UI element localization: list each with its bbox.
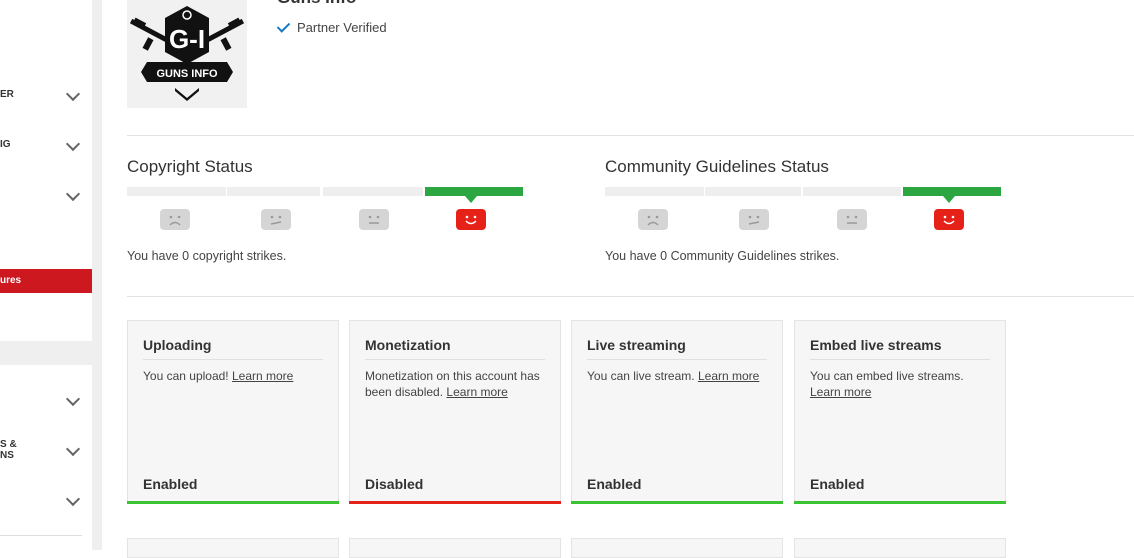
sidebar-item-1[interactable]: ER bbox=[0, 86, 92, 113]
happy-face-icon bbox=[456, 209, 486, 230]
happy-face-icon bbox=[934, 209, 964, 230]
chevron-down-icon[interactable] bbox=[65, 136, 81, 152]
sidebar-item-highlight[interactable] bbox=[0, 341, 92, 365]
meter-segment bbox=[227, 187, 320, 196]
divider bbox=[127, 135, 1134, 136]
meter-pointer-icon bbox=[465, 196, 477, 203]
chevron-down-icon[interactable] bbox=[65, 391, 81, 407]
card-status: Enabled bbox=[143, 476, 198, 492]
meter-segment bbox=[323, 187, 423, 196]
sidebar-item-6[interactable] bbox=[0, 491, 92, 518]
verified-label: Partner Verified bbox=[297, 20, 387, 35]
meter-segment-active bbox=[425, 187, 523, 196]
checkmark-icon bbox=[276, 19, 291, 33]
logo-subtext: GUNS INFO bbox=[156, 68, 218, 80]
status-bar bbox=[794, 501, 1006, 504]
learn-more-link[interactable]: Learn more bbox=[232, 369, 293, 383]
feature-card bbox=[349, 538, 561, 558]
feature-card-monetization: Monetization Monetization on this accoun… bbox=[349, 320, 561, 504]
neutral-face-icon bbox=[359, 209, 389, 230]
card-divider bbox=[365, 359, 545, 360]
card-divider bbox=[143, 359, 323, 360]
feature-card bbox=[127, 538, 339, 558]
copyright-strike-meter bbox=[127, 187, 523, 196]
card-text: You can live stream. bbox=[587, 369, 695, 383]
chevron-down-icon[interactable] bbox=[65, 491, 81, 507]
card-title: Uploading bbox=[143, 337, 212, 353]
learn-more-link[interactable]: Learn more bbox=[446, 385, 507, 399]
card-body: Monetization on this account has been di… bbox=[365, 368, 548, 400]
sidebar-divider bbox=[0, 535, 82, 536]
sidebar-item-label: ures bbox=[0, 275, 22, 286]
meter-segment bbox=[127, 187, 226, 196]
card-title: Monetization bbox=[365, 337, 451, 353]
sidebar-item-active[interactable]: ures bbox=[0, 269, 92, 293]
card-status: Enabled bbox=[587, 476, 642, 492]
feature-card bbox=[794, 538, 1006, 558]
sidebar-item-3[interactable] bbox=[0, 186, 92, 213]
channel-title: Guns Info bbox=[277, 0, 356, 8]
sad-face-icon bbox=[638, 209, 668, 230]
card-divider bbox=[587, 359, 767, 360]
sidebar-item-label: S & NS bbox=[0, 439, 17, 461]
sidebar-item-4[interactable] bbox=[0, 391, 92, 418]
sidebar-item-5[interactable]: S & NS bbox=[0, 439, 92, 463]
card-text: You can upload! bbox=[143, 369, 229, 383]
card-body: You can live stream. Learn more bbox=[587, 368, 770, 384]
chevron-down-icon[interactable] bbox=[65, 86, 81, 102]
sidebar-item-label: ER bbox=[0, 89, 14, 100]
chevron-down-icon[interactable] bbox=[65, 441, 81, 457]
card-body: You can embed live streams. Learn more bbox=[810, 368, 993, 400]
learn-more-link[interactable]: Learn more bbox=[698, 369, 759, 383]
unhappy-face-icon bbox=[739, 209, 769, 230]
channel-avatar[interactable]: G-I GUNS INFO bbox=[127, 0, 247, 108]
partner-verified: Partner Verified bbox=[276, 19, 387, 35]
meter-pointer-icon bbox=[943, 196, 955, 203]
status-bar bbox=[571, 501, 783, 504]
meter-segment bbox=[803, 187, 901, 196]
sidebar: ER IG ures S & NS bbox=[0, 0, 92, 550]
divider bbox=[127, 296, 1134, 297]
card-title: Live streaming bbox=[587, 337, 686, 353]
community-strikes-text: You have 0 Community Guidelines strikes. bbox=[605, 249, 840, 263]
community-status-title: Community Guidelines Status bbox=[605, 157, 829, 176]
learn-more-link[interactable]: Learn more bbox=[810, 385, 871, 399]
card-text: You can embed live streams. bbox=[810, 369, 964, 383]
feature-card-embed-live-streams: Embed live streams You can embed live st… bbox=[794, 320, 1006, 504]
neutral-face-icon bbox=[837, 209, 867, 230]
unhappy-face-icon bbox=[261, 209, 291, 230]
feature-card-uploading: Uploading You can upload! Learn more Ena… bbox=[127, 320, 339, 504]
community-strike-meter bbox=[605, 187, 1001, 196]
sidebar-item-label: IG bbox=[0, 139, 11, 150]
meter-segment-active bbox=[903, 187, 1001, 196]
status-bar bbox=[349, 501, 561, 504]
copyright-status-title: Copyright Status bbox=[127, 157, 253, 176]
channel-logo: G-I GUNS INFO bbox=[129, 6, 245, 101]
copyright-strikes-text: You have 0 copyright strikes. bbox=[127, 249, 287, 263]
card-body: You can upload! Learn more bbox=[143, 368, 326, 384]
feature-card-live-streaming: Live streaming You can live stream. Lear… bbox=[571, 320, 783, 504]
meter-segment bbox=[705, 187, 801, 196]
sidebar-item-2[interactable]: IG bbox=[0, 136, 92, 163]
meter-segment bbox=[605, 187, 704, 196]
sad-face-icon bbox=[160, 209, 190, 230]
feature-card bbox=[571, 538, 783, 558]
card-status: Enabled bbox=[810, 476, 865, 492]
card-title: Embed live streams bbox=[810, 337, 942, 353]
card-status: Disabled bbox=[365, 476, 424, 492]
sidebar-border bbox=[92, 0, 102, 550]
chevron-down-icon[interactable] bbox=[65, 186, 81, 202]
logo-text: G-I bbox=[169, 24, 205, 54]
status-bar bbox=[127, 501, 339, 504]
card-divider bbox=[810, 359, 990, 360]
